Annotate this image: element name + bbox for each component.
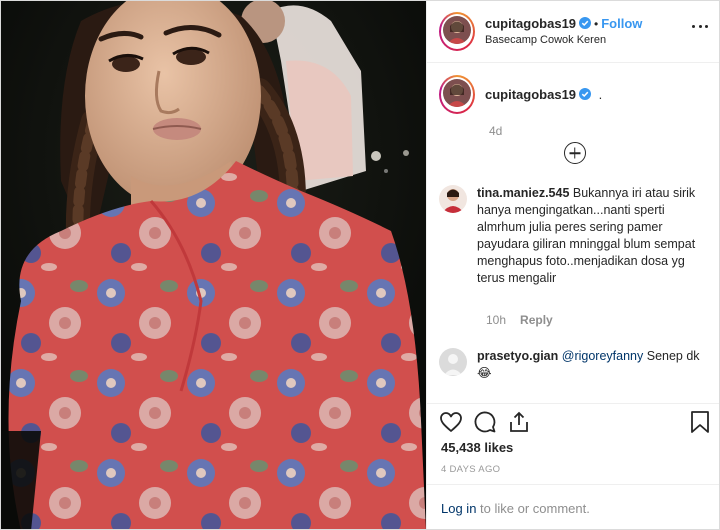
post-photo[interactable] <box>1 1 426 529</box>
login-prompt-text: to like or comment. <box>476 501 590 516</box>
author-username[interactable]: cupitagobas19 <box>485 16 576 31</box>
login-prompt: Log in to like or comment. <box>427 484 719 529</box>
separator-dot: • <box>594 16 599 31</box>
commenter-avatar[interactable] <box>439 348 467 376</box>
load-more-comments[interactable] <box>439 142 710 164</box>
verified-badge-icon <box>579 16 592 29</box>
avatar-photo <box>443 16 471 44</box>
caption-username[interactable]: cupitagobas19 <box>485 87 576 102</box>
like-count[interactable]: 45,438 likes <box>441 440 513 455</box>
caption-text: . <box>598 87 603 102</box>
avatar-placeholder <box>439 348 467 376</box>
post-caption: cupitagobas19 . <box>439 75 710 114</box>
heart-icon[interactable] <box>439 410 463 434</box>
comment-icon[interactable] <box>473 410 497 434</box>
share-icon[interactable] <box>507 410 531 434</box>
photo-image <box>1 1 426 529</box>
comments-section: cupitagobas19 . 4d tina.maniez.545 Bukan… <box>427 63 719 403</box>
avatar-photo <box>443 79 471 107</box>
author-avatar-ring[interactable] <box>439 12 475 51</box>
comment-text: Bukannya iri atau sirik hanya mengingatk… <box>477 186 696 285</box>
comment-item: tina.maniez.545 Bukannya iri atau sirik … <box>439 185 714 287</box>
bookmark-icon[interactable] <box>690 410 710 434</box>
commenter-avatar[interactable] <box>439 185 467 213</box>
comment-username[interactable]: tina.maniez.545 <box>477 186 569 200</box>
author-avatar[interactable] <box>443 16 471 44</box>
caption-avatar[interactable] <box>443 79 471 107</box>
comment-meta: 10h Reply <box>486 313 553 327</box>
post-actions: 45,438 likes 4 DAYS AGO Log in to like o… <box>427 403 719 529</box>
verified-badge-icon <box>579 88 592 100</box>
comment-mention[interactable]: @rigoreyfanny <box>562 349 643 363</box>
plus-circle-icon[interactable] <box>563 142 586 164</box>
follow-button[interactable]: Follow <box>601 16 642 31</box>
comment-item: prasetyo.gian @rigoreyfanny Senep dk 😂 <box>439 348 714 382</box>
comment-timestamp[interactable]: 10h <box>486 313 506 327</box>
avatar-photo <box>439 185 467 213</box>
comment-username[interactable]: prasetyo.gian <box>477 349 558 363</box>
caption-avatar-ring[interactable] <box>439 75 475 114</box>
post-timestamp[interactable]: 4 DAYS AGO <box>441 464 500 475</box>
post-sidebar: cupitagobas19 • Follow Basecamp Cowok Kere… <box>426 1 719 529</box>
caption-timestamp[interactable]: 4d <box>489 124 710 138</box>
instagram-post-window: cupitagobas19 • Follow Basecamp Cowok Kere… <box>0 0 720 530</box>
more-options-icon[interactable] <box>692 25 708 29</box>
reply-button[interactable]: Reply <box>520 313 553 327</box>
login-link[interactable]: Log in <box>441 501 476 516</box>
post-location[interactable]: Basecamp Cowok Keren <box>485 32 642 48</box>
post-header: cupitagobas19 • Follow Basecamp Cowok Kere… <box>427 1 719 63</box>
